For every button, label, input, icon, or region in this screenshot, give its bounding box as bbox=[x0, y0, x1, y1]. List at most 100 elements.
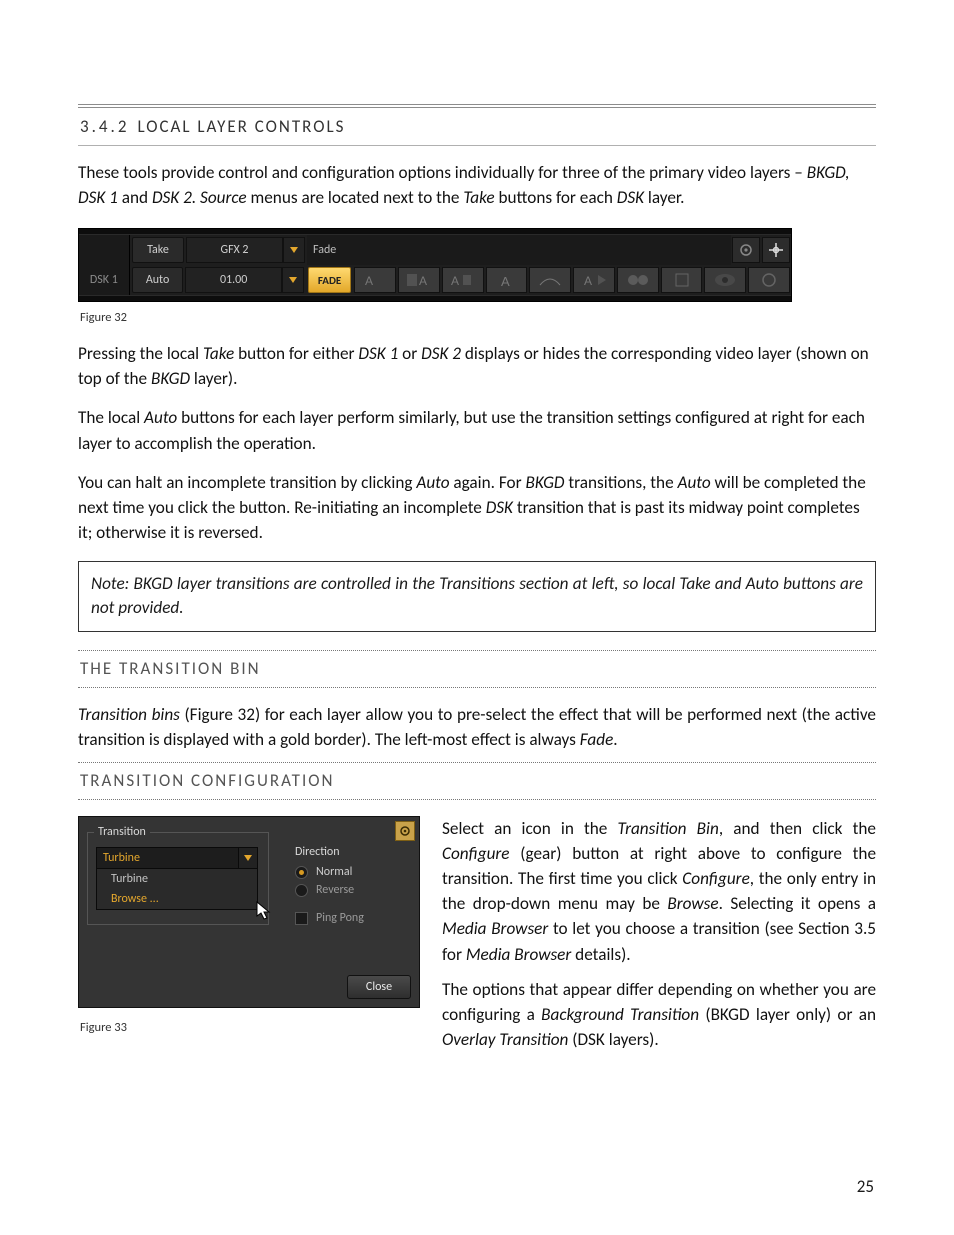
para-4: You can halt an incomplete transition by… bbox=[78, 470, 876, 545]
t: buttons for each layer perform similarly… bbox=[78, 407, 865, 453]
t: buttons for each bbox=[495, 187, 617, 208]
t: Overlay Transition bbox=[442, 1029, 568, 1050]
t: DSK bbox=[617, 187, 644, 208]
svg-text:A: A bbox=[419, 274, 427, 288]
t: These tools provide control and configur… bbox=[78, 162, 807, 183]
dsk-row-upper: Take GFX 2 Fade bbox=[79, 235, 791, 265]
close-button[interactable]: Close bbox=[347, 975, 411, 999]
t: Configure bbox=[442, 843, 510, 864]
t: You can halt an incomplete transition by… bbox=[78, 472, 416, 493]
figure-33-caption: Figure 33 bbox=[80, 1020, 420, 1035]
section-number: 3.4.2 bbox=[80, 116, 137, 137]
t: (DSK layers). bbox=[568, 1029, 658, 1050]
checkbox-icon bbox=[295, 912, 308, 925]
t: Pressing the local bbox=[78, 343, 203, 364]
t: BKGD bbox=[525, 472, 564, 493]
t: again. For bbox=[450, 472, 526, 493]
t: (BKGD layer only) or an bbox=[699, 1004, 876, 1025]
para-2: Pressing the local Take button for eithe… bbox=[78, 341, 876, 391]
t: Transition Bin bbox=[618, 818, 719, 839]
source-dropdown[interactable]: GFX 2 bbox=[186, 237, 283, 263]
t: (Figure 32) for each layer allow you to … bbox=[78, 704, 876, 750]
heading-transition-config: TRANSITION CONFIGURATION bbox=[78, 762, 876, 800]
checkbox-pingpong[interactable]: Ping Pong bbox=[295, 911, 364, 925]
dropdown-caret-icon[interactable] bbox=[283, 237, 305, 263]
menu-item-browse[interactable]: Browse ... bbox=[97, 889, 257, 909]
t: BKGD bbox=[151, 368, 190, 389]
row-label-blank bbox=[79, 235, 130, 265]
svg-text:A: A bbox=[365, 274, 373, 288]
duration-field[interactable]: 01.00 bbox=[185, 267, 281, 293]
radio-label: Reverse bbox=[316, 883, 354, 897]
radio-normal[interactable]: Normal bbox=[295, 865, 364, 879]
t: The local bbox=[78, 407, 144, 428]
t: transitions, the bbox=[565, 472, 678, 493]
radio-icon bbox=[295, 884, 308, 897]
svg-text:A: A bbox=[501, 274, 510, 289]
svg-text:A: A bbox=[584, 274, 592, 288]
t: Auto bbox=[416, 472, 449, 493]
position-icon[interactable] bbox=[762, 237, 790, 263]
para-5: Transition bins (Figure 32) for each lay… bbox=[78, 702, 876, 752]
t: Fade bbox=[580, 729, 614, 750]
t: Media Browser bbox=[442, 918, 548, 939]
figure-33-panel: Transition Turbine Turbine Browse ... bbox=[78, 816, 420, 1008]
section-rule bbox=[78, 104, 876, 108]
direction-group: Direction Normal Reverse Ping Pong bbox=[295, 845, 364, 929]
t: DSK 1 bbox=[358, 343, 398, 364]
gear-icon[interactable] bbox=[732, 237, 760, 263]
dsk-row-lower: DSK 1 Auto 01.00 FADE A A A A A bbox=[79, 265, 791, 295]
direction-title: Direction bbox=[295, 845, 364, 859]
gear-icon[interactable] bbox=[395, 821, 415, 841]
page-number: 25 bbox=[857, 1176, 874, 1197]
figure-32-screenshot: Take GFX 2 Fade DSK 1 Auto 01.00 FADE A … bbox=[78, 228, 792, 302]
t: Media Browser bbox=[466, 944, 571, 965]
note-box: Note: BKGD layer transitions are control… bbox=[78, 561, 876, 632]
t: , and then click the bbox=[719, 818, 876, 839]
t: Configure bbox=[682, 868, 750, 889]
transition-thumb[interactable] bbox=[617, 267, 659, 293]
menu-item-turbine[interactable]: Turbine bbox=[97, 869, 257, 889]
fade-preset-button[interactable]: FADE bbox=[308, 267, 352, 293]
transition-thumb[interactable]: A bbox=[354, 267, 396, 293]
para-7: The options that appear differ depending… bbox=[442, 977, 876, 1052]
transition-fieldset: Transition Turbine Turbine Browse ... bbox=[87, 825, 269, 925]
radio-icon bbox=[295, 866, 308, 879]
t: or bbox=[398, 343, 421, 364]
fieldset-legend: Transition bbox=[94, 825, 150, 839]
transition-thumb[interactable]: A bbox=[573, 267, 615, 293]
t: Select an icon in the bbox=[442, 818, 618, 839]
radio-reverse[interactable]: Reverse bbox=[295, 883, 364, 897]
t: DSK 2 bbox=[421, 343, 461, 364]
t: and bbox=[118, 187, 152, 208]
transition-thumb[interactable]: A bbox=[398, 267, 440, 293]
transition-thumb[interactable] bbox=[748, 267, 790, 293]
t: Background Transition bbox=[541, 1004, 699, 1025]
checkbox-label: Ping Pong bbox=[316, 911, 364, 925]
para-3: The local Auto buttons for each layer pe… bbox=[78, 405, 876, 455]
transition-thumb[interactable]: A bbox=[442, 267, 484, 293]
t: menus are located next to the bbox=[247, 187, 464, 208]
dropdown-caret-icon[interactable] bbox=[238, 848, 257, 868]
t: Take bbox=[463, 187, 494, 208]
radio-label: Normal bbox=[316, 865, 352, 879]
transition-select[interactable]: Turbine bbox=[96, 847, 258, 869]
dropdown-caret-icon[interactable] bbox=[282, 267, 304, 293]
t: details). bbox=[571, 944, 630, 965]
t: Browse bbox=[667, 893, 718, 914]
transition-thumb[interactable] bbox=[661, 267, 703, 293]
transition-thumb[interactable] bbox=[529, 267, 571, 293]
t: . bbox=[613, 729, 617, 750]
para-6: Select an icon in the Transition Bin, an… bbox=[442, 816, 876, 967]
take-button[interactable]: Take bbox=[132, 237, 184, 263]
fade-label: Fade bbox=[307, 235, 368, 265]
t: Auto bbox=[144, 407, 177, 428]
auto-button[interactable]: Auto bbox=[132, 267, 184, 293]
figure-32-caption: Figure 32 bbox=[80, 310, 876, 325]
transition-thumb[interactable]: A bbox=[486, 267, 528, 293]
t: layer). bbox=[190, 368, 237, 389]
section-heading: 3.4.2LOCAL LAYER CONTROLS bbox=[78, 110, 876, 146]
t: DSK 2. Source bbox=[152, 187, 247, 208]
svg-text:A: A bbox=[451, 274, 459, 288]
transition-thumb[interactable] bbox=[704, 267, 746, 293]
